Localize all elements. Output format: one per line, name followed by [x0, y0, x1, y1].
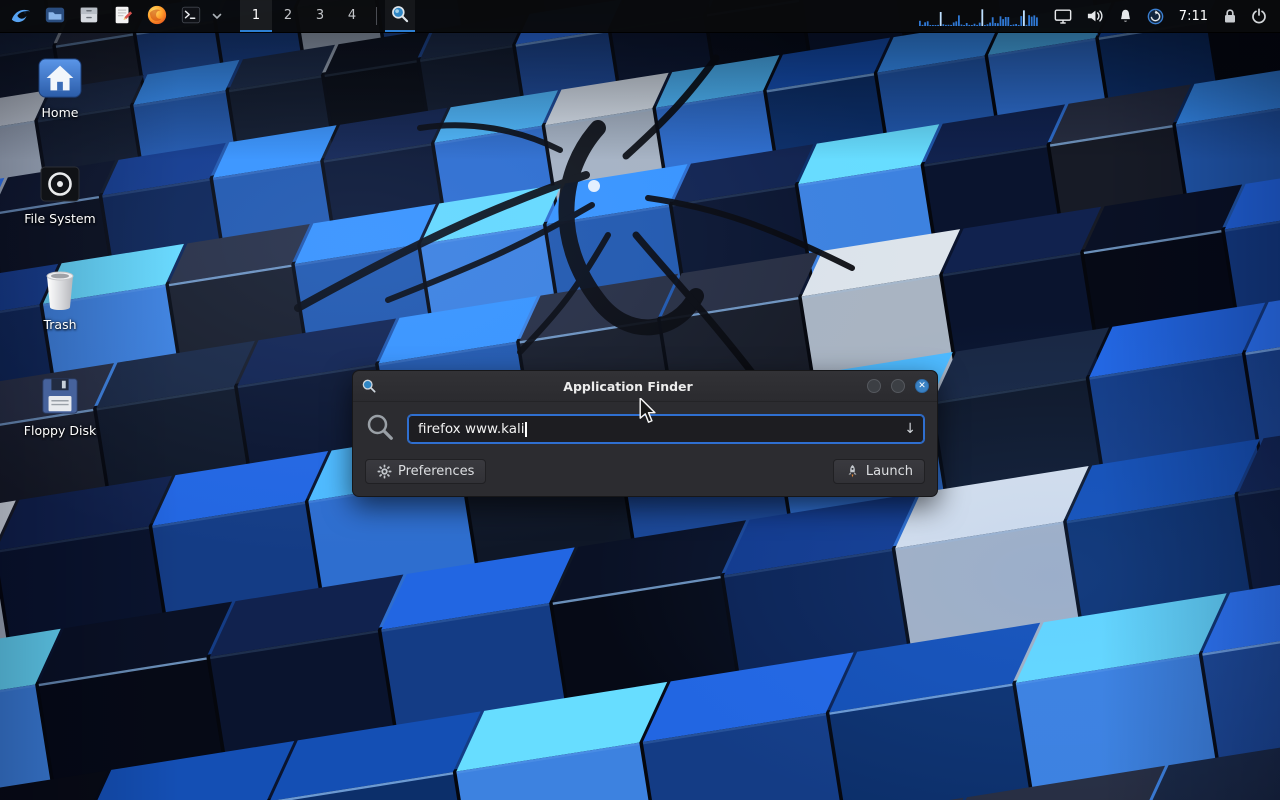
taskbar-application-finder[interactable]: [385, 0, 415, 32]
workspace-3[interactable]: 3: [304, 0, 336, 32]
workspace-2[interactable]: 2: [272, 0, 304, 32]
window-title: Application Finder: [399, 379, 857, 394]
floppy-disk-icon: [39, 372, 81, 420]
kali-menu-button[interactable]: [6, 0, 36, 32]
terminal-icon: [180, 4, 202, 29]
preferences-button[interactable]: Preferences: [365, 459, 486, 484]
desktop-icon-label: Trash: [43, 317, 76, 332]
maximize-button[interactable]: [891, 379, 905, 393]
launch-button[interactable]: Launch: [833, 459, 925, 484]
panel-separator: [376, 7, 377, 25]
file-manager-icon: [44, 4, 66, 29]
kali-logo-icon: [10, 4, 32, 29]
lock-icon[interactable]: [1216, 0, 1244, 32]
desktop-icon-file-system[interactable]: File System: [8, 160, 112, 226]
file-manager-launcher[interactable]: [40, 0, 70, 32]
power-icon[interactable]: [1244, 0, 1274, 32]
desktop-icon-trash[interactable]: Trash: [8, 266, 112, 332]
search-input[interactable]: firefox www.kali ↓: [407, 414, 925, 444]
titlebar[interactable]: Application Finder ✕: [353, 371, 937, 402]
firefox-launcher[interactable]: [142, 0, 172, 32]
search-input-value: firefox www.kali: [418, 421, 524, 437]
desktop-icon-home[interactable]: Home: [8, 54, 112, 120]
window-controls: ✕: [867, 379, 929, 393]
volume-icon[interactable]: [1079, 0, 1111, 32]
panel-launchers: 1 2 3 4: [6, 0, 415, 32]
chevron-down-icon[interactable]: [210, 13, 224, 20]
desktop-icon-label: Home: [42, 105, 79, 120]
text-editor-launcher[interactable]: [108, 0, 138, 32]
files-launcher[interactable]: [74, 0, 104, 32]
desktop-icon-floppy-disk[interactable]: Floppy Disk: [8, 372, 112, 438]
trash-icon: [41, 266, 79, 314]
search-icon: [365, 412, 395, 446]
desktop-icon-label: Floppy Disk: [24, 423, 96, 438]
clock[interactable]: 7:11: [1171, 9, 1216, 24]
file-system-icon: [38, 160, 82, 208]
preferences-button-label: Preferences: [398, 464, 474, 479]
files-icon: [78, 4, 100, 29]
display-icon[interactable]: [1047, 0, 1079, 32]
desktop: 1 2 3 4: [0, 0, 1280, 800]
close-button[interactable]: ✕: [915, 379, 929, 393]
audio-graph-icon[interactable]: [919, 6, 1039, 26]
workspace-4[interactable]: 4: [336, 0, 368, 32]
text-editor-icon: [112, 4, 134, 29]
top-panel: 1 2 3 4: [0, 0, 1280, 33]
application-finder-icon: [361, 378, 377, 394]
drop-down-arrow-icon[interactable]: ↓: [904, 421, 916, 437]
desktop-icon-label: File System: [24, 211, 96, 226]
application-finder-window: Application Finder ✕ firefox www.kali ↓: [352, 370, 938, 497]
application-finder-icon: [390, 4, 410, 27]
launch-rocket-icon: [845, 464, 860, 479]
firefox-icon: [146, 4, 168, 29]
home-icon: [37, 54, 83, 102]
dialog-body: firefox www.kali ↓: [353, 402, 937, 496]
updates-icon[interactable]: [1140, 0, 1171, 32]
workspace-1[interactable]: 1: [240, 0, 272, 32]
workspace-switcher: 1 2 3 4: [240, 0, 368, 32]
panel-status-tray: 7:11: [919, 0, 1274, 32]
text-caret: [525, 422, 527, 437]
launch-button-label: Launch: [866, 464, 913, 479]
notifications-bell-icon[interactable]: [1111, 0, 1140, 32]
gear-icon: [377, 464, 392, 479]
terminal-launcher[interactable]: [176, 0, 206, 32]
minimize-button[interactable]: [867, 379, 881, 393]
